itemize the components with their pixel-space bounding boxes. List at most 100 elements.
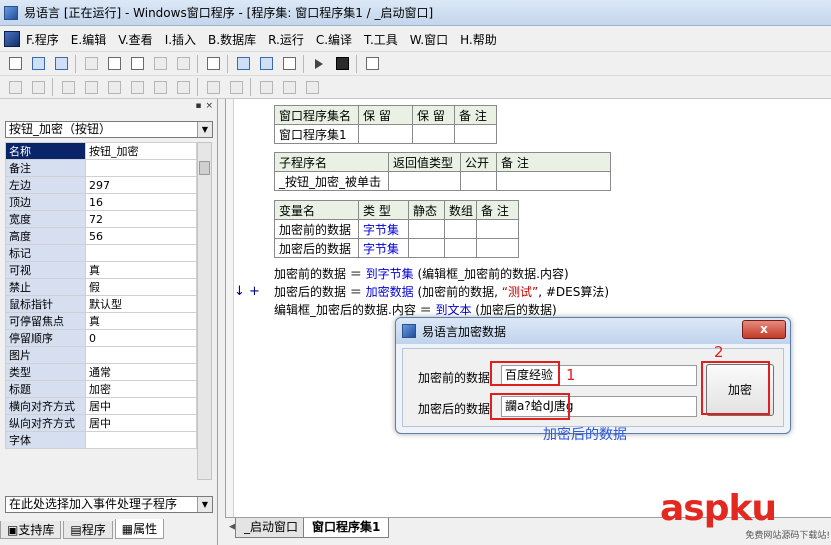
tab-properties[interactable]: ▦ 属性 [114, 519, 165, 539]
property-row[interactable]: 左边 297 [5, 176, 197, 194]
open-folder-icon[interactable] [29, 55, 47, 73]
property-row[interactable]: 停留顺序 0 [5, 329, 197, 347]
table-cell[interactable] [388, 171, 461, 191]
property-row[interactable]: 禁止假 [5, 278, 197, 296]
property-row[interactable]: 类型 通常 [5, 363, 197, 381]
stop-icon[interactable] [333, 55, 351, 73]
layout-3-icon[interactable] [280, 55, 298, 73]
property-value[interactable]: 居中 [85, 414, 197, 432]
property-value[interactable]: 真 [85, 261, 197, 279]
menu-compile[interactable]: C.编译 [316, 31, 352, 48]
cut-icon[interactable] [82, 55, 100, 73]
align-left-icon[interactable] [6, 78, 24, 96]
same-width-icon[interactable] [151, 78, 169, 96]
property-scrollbar[interactable] [197, 142, 212, 480]
property-value[interactable] [85, 431, 197, 449]
tab-order-icon[interactable] [303, 78, 321, 96]
tab-program[interactable]: ▤ 程序 [63, 521, 113, 539]
new-file-icon[interactable] [6, 55, 24, 73]
property-row[interactable]: 纵向对齐方式 居中 [5, 414, 197, 432]
close-icon[interactable]: × [205, 101, 213, 111]
chevron-down-icon[interactable]: ▼ [197, 122, 212, 137]
table-cell[interactable] [444, 219, 477, 239]
scroll-thumb[interactable] [199, 161, 210, 175]
table-cell[interactable] [496, 171, 611, 191]
property-value[interactable]: 居中 [85, 397, 197, 415]
table-cell[interactable] [444, 238, 477, 258]
close-button[interactable]: x [742, 320, 786, 339]
paste-icon[interactable] [128, 55, 146, 73]
table-cell[interactable] [408, 219, 445, 239]
menu-database[interactable]: B.数据库 [208, 31, 256, 48]
event-selector[interactable]: 在此处选择加入事件处理子程序 ▼ [5, 496, 213, 513]
layout-2-icon[interactable] [257, 55, 275, 73]
property-row[interactable]: 鼠标指针 默认型 [5, 295, 197, 313]
property-value[interactable]: 按钮_加密 [85, 142, 197, 160]
run-icon[interactable] [310, 55, 328, 73]
align-bottom-icon[interactable] [128, 78, 146, 96]
table-cell[interactable] [358, 124, 413, 144]
find-icon[interactable] [204, 55, 222, 73]
redo-icon[interactable] [174, 55, 192, 73]
undo-icon[interactable] [151, 55, 169, 73]
var-type-cell[interactable]: 字节集 [358, 219, 409, 239]
align-center-icon[interactable] [29, 78, 47, 96]
tab-window-assembly[interactable]: 窗口程序集1 [303, 518, 390, 538]
menu-program[interactable]: F.程序 [26, 31, 59, 48]
property-value[interactable]: 0 [85, 329, 197, 347]
center-h-icon[interactable] [257, 78, 275, 96]
save-icon[interactable] [52, 55, 70, 73]
var-name-cell[interactable]: 加密后的数据 [274, 238, 359, 258]
code-editor[interactable]: 窗口程序集名 保 留 保 留 备 注 窗口程序集1 子程序名 返回值类型 公开 … [225, 99, 831, 517]
table-cell[interactable] [454, 124, 497, 144]
property-row[interactable]: 标题 加密 [5, 380, 197, 398]
object-selector[interactable]: 按钮_加密（按钮） ▼ [5, 121, 213, 138]
copy-icon[interactable] [105, 55, 123, 73]
table-cell[interactable] [408, 238, 445, 258]
menu-help[interactable]: H.帮助 [460, 31, 497, 48]
var-type-cell[interactable]: 字节集 [358, 238, 409, 258]
property-row[interactable]: 高度 56 [5, 227, 197, 245]
menu-edit[interactable]: E.编辑 [71, 31, 106, 48]
property-value[interactable] [85, 159, 197, 177]
property-row[interactable]: 横向对齐方式 居中 [5, 397, 197, 415]
property-value[interactable]: 默认型 [85, 295, 197, 313]
debug-icon[interactable] [363, 55, 381, 73]
property-value[interactable]: 真 [85, 312, 197, 330]
property-value[interactable] [85, 346, 197, 364]
property-row[interactable]: 图片 [5, 346, 197, 364]
property-value[interactable]: 297 [85, 176, 197, 194]
property-value[interactable]: 假 [85, 278, 197, 296]
table-cell[interactable] [460, 171, 497, 191]
menu-view[interactable]: V.查看 [118, 31, 152, 48]
property-row[interactable]: 顶边 16 [5, 193, 197, 211]
menu-run[interactable]: R.运行 [268, 31, 304, 48]
align-middle-icon[interactable] [105, 78, 123, 96]
var-name-cell[interactable]: 加密前的数据 [274, 219, 359, 239]
property-value[interactable] [85, 244, 197, 262]
space-horizontal-icon[interactable] [204, 78, 222, 96]
pin-icon[interactable]: ▪ [195, 101, 201, 111]
property-row[interactable]: 可视真 [5, 261, 197, 279]
dialog-title-bar[interactable]: 易语言加密数据 [396, 318, 790, 344]
property-row[interactable]: 可停留焦点真 [5, 312, 197, 330]
code-line-3[interactable]: 编辑框_加密后的数据.内容 ＝ 到文本 (加密后的数据) [274, 301, 557, 318]
property-value[interactable]: 加密 [85, 380, 197, 398]
layout-1-icon[interactable] [234, 55, 252, 73]
tab-support-library[interactable]: ▣ 支持库 [0, 521, 62, 539]
property-value[interactable]: 通常 [85, 363, 197, 381]
table-cell[interactable] [476, 219, 519, 239]
property-row[interactable]: 备注 [5, 159, 197, 177]
same-height-icon[interactable] [174, 78, 192, 96]
property-row[interactable]: 名称 按钮_加密 [5, 142, 197, 160]
menu-insert[interactable]: I.插入 [165, 31, 196, 48]
chevron-down-icon[interactable]: ▼ [197, 497, 212, 512]
space-vertical-icon[interactable] [227, 78, 245, 96]
property-value[interactable]: 72 [85, 210, 197, 228]
align-right-icon[interactable] [59, 78, 77, 96]
align-top-icon[interactable] [82, 78, 100, 96]
sub-name-cell[interactable]: _按钮_加密_被单击 [274, 171, 389, 191]
code-line-1[interactable]: 加密前的数据 ＝ 到字节集 (编辑框_加密前的数据.内容) [274, 265, 569, 282]
property-row[interactable]: 字体 [5, 431, 197, 449]
table-cell[interactable] [476, 238, 519, 258]
